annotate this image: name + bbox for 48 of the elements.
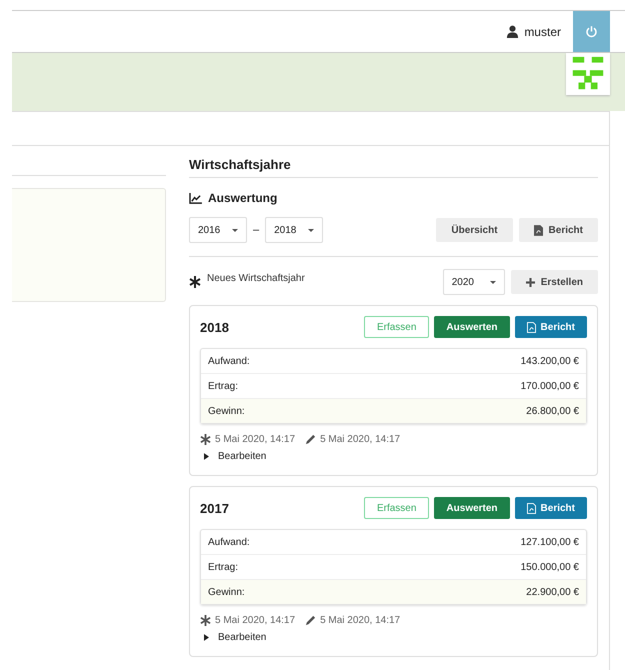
row-label: Aufwand: [208, 356, 250, 366]
new-year-label: Neues Wirtschaftsjahr [207, 272, 305, 284]
plus-icon [526, 278, 535, 286]
row-value: 127.100,00 € [520, 536, 579, 548]
row-value: 170.000,00 € [520, 380, 579, 392]
report-button[interactable]: Bericht [514, 497, 587, 519]
evaluate-button[interactable]: Auswerten [434, 497, 510, 519]
evaluate-button[interactable]: Auswerten [434, 316, 510, 338]
row-label: Ertrag: [208, 380, 238, 392]
row-value: 143.200,00 € [520, 356, 579, 366]
user-menu[interactable]: muster [506, 24, 561, 38]
overview-button[interactable]: Übersicht [436, 218, 513, 242]
document-icon [526, 322, 536, 332]
year-title: 2018 [200, 320, 229, 334]
row-value: 22.900,00 € [526, 586, 579, 598]
edit-toggle[interactable]: Bearbeiten [204, 632, 266, 643]
asterisk-icon [200, 434, 211, 445]
year-from-select[interactable]: 2016 [189, 217, 247, 243]
created-date: 5 Mai 2020, 14:17 [215, 615, 296, 626]
section-title: Wirtschaftsjahre [189, 157, 598, 178]
year-title: 2017 [200, 500, 229, 516]
modified-date: 5 Mai 2020, 14:17 [320, 434, 400, 445]
asterisk-icon [189, 276, 201, 288]
edit-toggle[interactable]: Bearbeiten [204, 451, 266, 462]
chart-icon [189, 192, 202, 204]
new-year-select[interactable]: 2020 [442, 269, 505, 295]
logout-button[interactable] [573, 11, 610, 52]
range-separator: – [253, 224, 260, 236]
power-icon [585, 25, 598, 38]
row-label: Gewinn: [208, 406, 245, 416]
row-label: Ertrag: [208, 562, 238, 572]
modified-date: 5 Mai 2020, 14:17 [320, 615, 400, 626]
row-value: 150.000,00 € [520, 562, 579, 572]
pencil-icon [305, 615, 316, 626]
user-icon [506, 25, 520, 38]
report-button[interactable]: Bericht [518, 218, 598, 242]
row-label: Gewinn: [208, 586, 245, 598]
report-button[interactable]: Bericht [514, 316, 587, 338]
document-icon [526, 502, 536, 514]
row-value: 26.800,00 € [526, 406, 579, 416]
create-button[interactable]: Erstellen [510, 270, 598, 294]
row-label: Aufwand: [208, 536, 250, 548]
pencil-icon [305, 434, 316, 445]
year-to-select[interactable]: 2018 [265, 217, 324, 243]
evaluation-title: Auswertung [208, 191, 278, 205]
document-icon [534, 224, 543, 236]
created-date: 5 Mai 2020, 14:17 [215, 434, 296, 445]
asterisk-icon [200, 615, 211, 626]
